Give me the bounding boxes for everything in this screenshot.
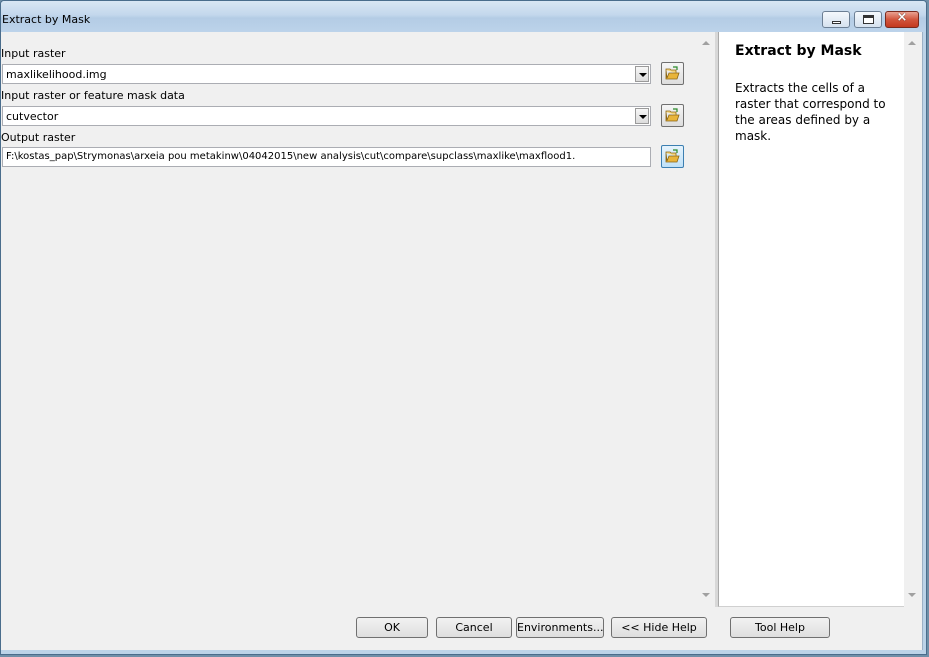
cancel-button[interactable]: Cancel	[436, 617, 512, 638]
scroll-down-icon[interactable]	[908, 593, 916, 597]
environments-button[interactable]: Environments...	[516, 617, 604, 638]
help-title: Extract by Mask	[735, 43, 862, 59]
close-icon: ×	[896, 11, 908, 25]
output-raster-field[interactable]: F:\kostas_pap\Strymonas\arxeia pou metak…	[2, 147, 651, 167]
scroll-up-icon[interactable]	[908, 41, 916, 45]
folder-open-icon	[665, 66, 680, 80]
maximize-button[interactable]	[854, 11, 882, 28]
input-raster-label: Input raster	[1, 47, 66, 60]
output-raster-browse-button[interactable]	[661, 145, 684, 168]
help-description: Extracts the cells of a raster that corr…	[735, 81, 886, 143]
mask-data-combobox[interactable]: cutvector	[2, 106, 651, 126]
tool-help-button[interactable]: Tool Help	[730, 617, 830, 638]
minimize-icon	[832, 21, 841, 24]
chevron-down-icon[interactable]	[635, 66, 649, 82]
mask-data-browse-button[interactable]	[661, 104, 684, 127]
folder-open-icon	[665, 108, 680, 122]
help-scrollbar[interactable]	[904, 32, 921, 607]
scroll-down-icon[interactable]	[702, 593, 710, 597]
mask-data-label: Input raster or feature mask data	[1, 89, 185, 102]
input-raster-combobox[interactable]: maxlikelihood.img	[2, 64, 651, 84]
form-scrollbar[interactable]	[698, 32, 715, 607]
input-raster-value: maxlikelihood.img	[6, 68, 107, 81]
help-panel: Extract by Mask Extracts the cells of a …	[718, 32, 904, 607]
ok-button[interactable]: OK	[356, 617, 428, 638]
input-raster-browse-button[interactable]	[661, 62, 684, 85]
hide-help-button[interactable]: << Hide Help	[611, 617, 707, 638]
chevron-down-icon[interactable]	[635, 108, 649, 124]
mask-data-value: cutvector	[6, 110, 59, 123]
title-bar[interactable]: Extract by Mask ×	[1, 1, 926, 32]
maximize-icon	[863, 15, 874, 24]
dialog-window: Extract by Mask × Input raster maxlikeli…	[0, 0, 927, 655]
output-raster-label: Output raster	[1, 131, 76, 144]
dialog-body: Input raster maxlikelihood.img Input ras…	[1, 32, 923, 650]
scroll-up-icon[interactable]	[702, 41, 710, 45]
window-title: Extract by Mask	[2, 13, 91, 26]
folder-open-icon	[665, 149, 680, 163]
close-button[interactable]: ×	[885, 11, 919, 28]
output-raster-value: F:\kostas_pap\Strymonas\arxeia pou metak…	[6, 151, 576, 162]
minimize-button[interactable]	[822, 11, 850, 28]
